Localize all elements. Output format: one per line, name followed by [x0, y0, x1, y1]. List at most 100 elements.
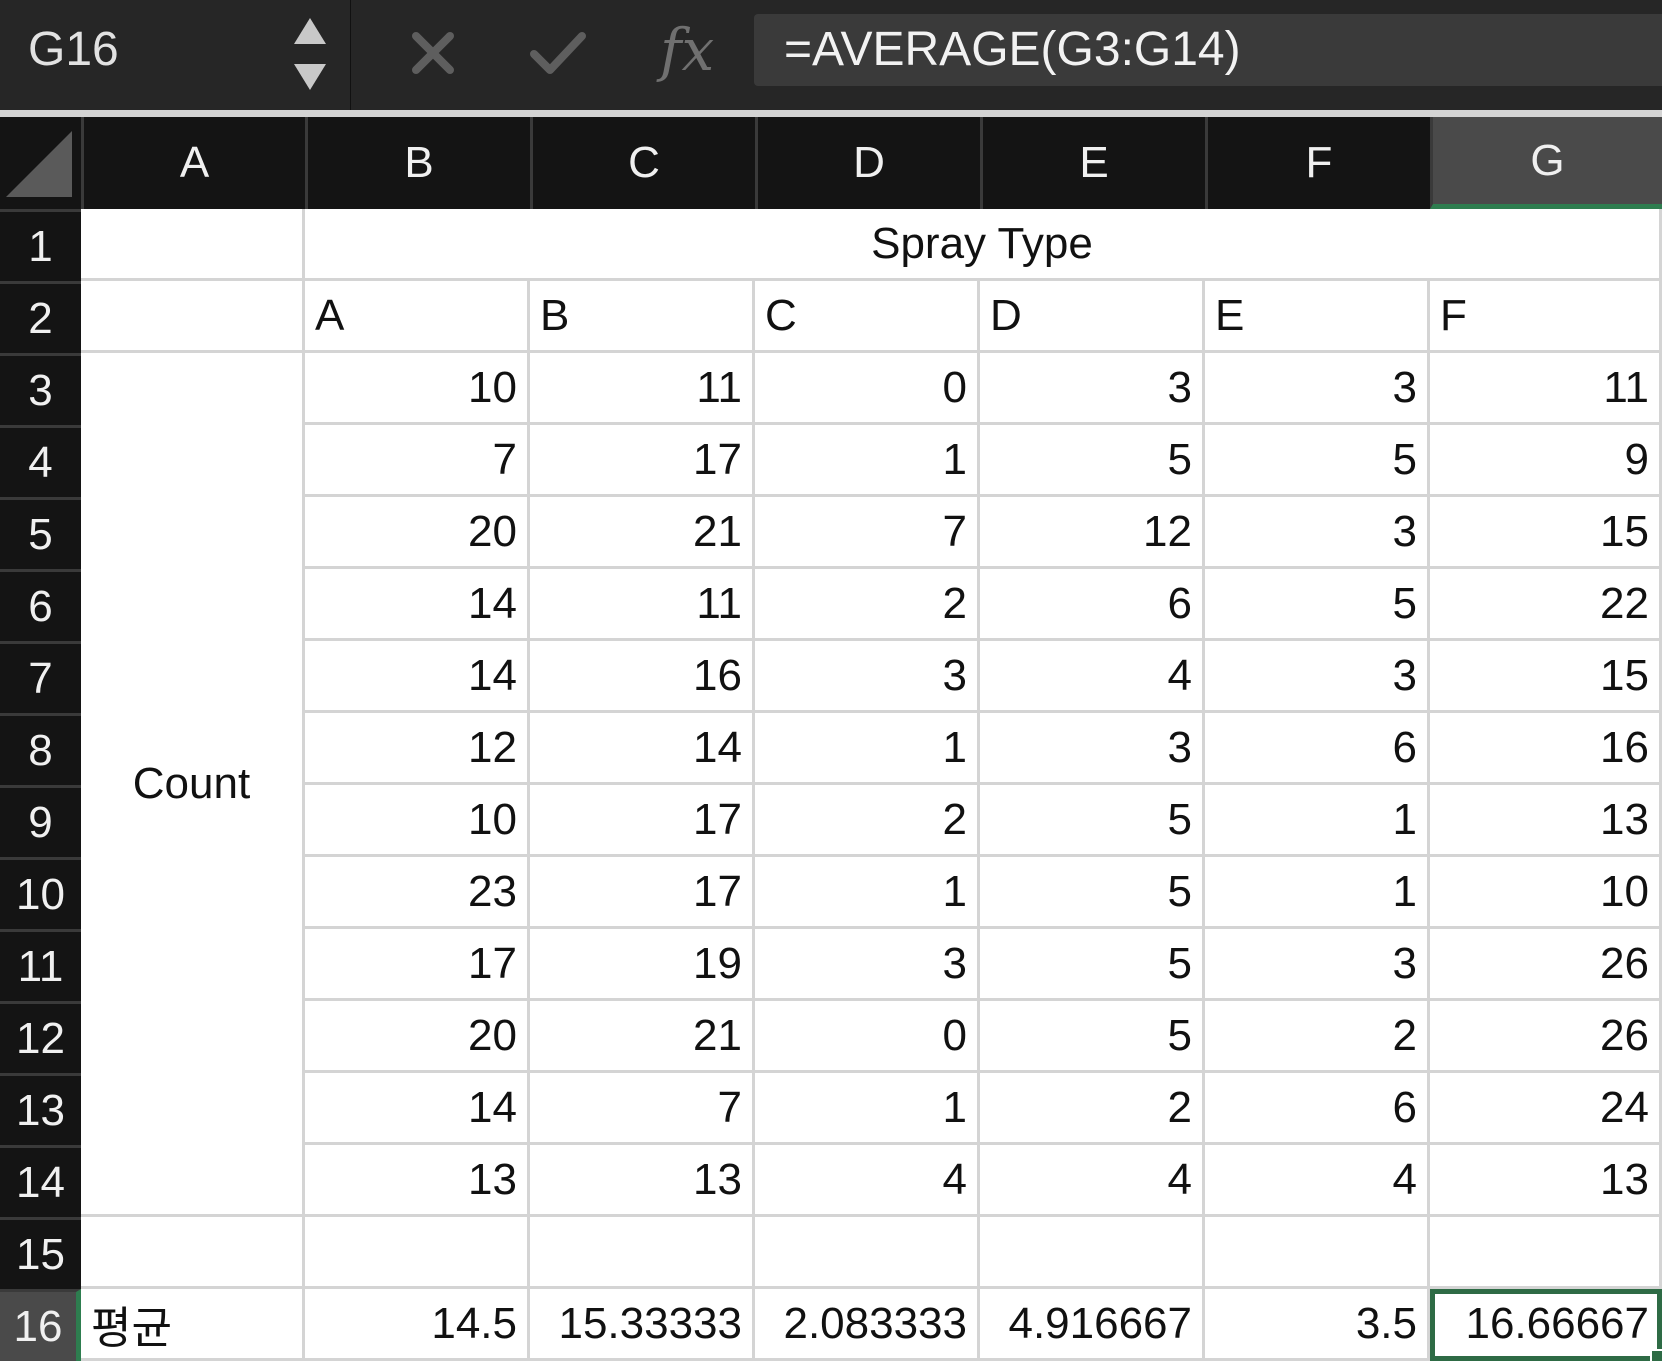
count-label[interactable]: Count: [81, 353, 305, 1217]
count-cell[interactable]: 13: [305, 1145, 530, 1217]
row-header-16[interactable]: 16: [0, 1289, 81, 1361]
count-cell[interactable]: 1: [755, 857, 980, 929]
average-cell[interactable]: 3.5: [1205, 1289, 1430, 1361]
count-cell[interactable]: 9: [1430, 425, 1662, 497]
count-cell[interactable]: 11: [530, 569, 755, 641]
count-cell[interactable]: 6: [1205, 1073, 1430, 1145]
count-cell[interactable]: 1: [755, 425, 980, 497]
row-header-12[interactable]: 12: [0, 1001, 81, 1073]
count-cell[interactable]: 2: [980, 1073, 1205, 1145]
fill-handle[interactable]: [1650, 1349, 1662, 1363]
spray-type-header-b[interactable]: B: [530, 281, 755, 353]
count-cell[interactable]: 11: [1430, 353, 1662, 425]
count-cell[interactable]: 1: [755, 1073, 980, 1145]
row-header-15[interactable]: 15: [0, 1217, 81, 1289]
average-cell[interactable]: 14.5: [305, 1289, 530, 1361]
count-cell[interactable]: 10: [305, 785, 530, 857]
count-cell[interactable]: 3: [980, 713, 1205, 785]
count-cell[interactable]: 6: [1205, 713, 1430, 785]
name-box-stepper-icon[interactable]: [290, 14, 330, 94]
spray-type-header-f[interactable]: F: [1430, 281, 1662, 353]
count-cell[interactable]: 13: [530, 1145, 755, 1217]
count-cell[interactable]: 24: [1430, 1073, 1662, 1145]
average-cell[interactable]: 15.33333: [530, 1289, 755, 1361]
column-header-c[interactable]: C: [530, 117, 755, 209]
select-all-corner[interactable]: [0, 117, 81, 209]
formula-input[interactable]: =AVERAGE(G3:G14): [754, 14, 1662, 86]
count-cell[interactable]: 1: [755, 713, 980, 785]
cell-a2[interactable]: [81, 281, 305, 353]
row-header-13[interactable]: 13: [0, 1073, 81, 1145]
row-header-14[interactable]: 14: [0, 1145, 81, 1217]
count-cell[interactable]: 26: [1430, 929, 1662, 1001]
count-cell[interactable]: 5: [980, 785, 1205, 857]
count-cell[interactable]: 4: [980, 1145, 1205, 1217]
count-cell[interactable]: 22: [1430, 569, 1662, 641]
spray-type-header-c[interactable]: C: [755, 281, 980, 353]
count-cell[interactable]: 5: [980, 929, 1205, 1001]
average-cell[interactable]: 4.916667: [980, 1289, 1205, 1361]
count-cell[interactable]: 17: [530, 857, 755, 929]
count-cell[interactable]: 3: [755, 641, 980, 713]
count-cell[interactable]: 4: [1205, 1145, 1430, 1217]
count-cell[interactable]: 3: [980, 353, 1205, 425]
column-header-e[interactable]: E: [980, 117, 1205, 209]
row-header-9[interactable]: 9: [0, 785, 81, 857]
name-box[interactable]: G16: [28, 20, 268, 80]
count-cell[interactable]: 17: [305, 929, 530, 1001]
count-cell[interactable]: 1: [1205, 785, 1430, 857]
row-header-3[interactable]: 3: [0, 353, 81, 425]
row-header-6[interactable]: 6: [0, 569, 81, 641]
count-cell[interactable]: 14: [530, 713, 755, 785]
count-cell[interactable]: 10: [305, 353, 530, 425]
row-header-7[interactable]: 7: [0, 641, 81, 713]
count-cell[interactable]: 4: [980, 641, 1205, 713]
count-cell[interactable]: 5: [980, 857, 1205, 929]
count-cell[interactable]: 21: [530, 1001, 755, 1073]
cancel-icon[interactable]: [408, 28, 458, 78]
blank-cell[interactable]: [1430, 1217, 1662, 1289]
count-cell[interactable]: 17: [530, 785, 755, 857]
spray-type-title[interactable]: Spray Type: [305, 209, 1662, 281]
row-header-11[interactable]: 11: [0, 929, 81, 1001]
count-cell[interactable]: 5: [980, 1001, 1205, 1073]
spray-type-header-d[interactable]: D: [980, 281, 1205, 353]
count-cell[interactable]: 13: [1430, 785, 1662, 857]
count-cell[interactable]: 19: [530, 929, 755, 1001]
count-cell[interactable]: 15: [1430, 497, 1662, 569]
blank-cell[interactable]: [305, 1217, 530, 1289]
count-cell[interactable]: 5: [1205, 425, 1430, 497]
count-cell[interactable]: 20: [305, 1001, 530, 1073]
count-cell[interactable]: 3: [1205, 929, 1430, 1001]
count-cell[interactable]: 20: [305, 497, 530, 569]
count-cell[interactable]: 1: [1205, 857, 1430, 929]
count-cell[interactable]: 16: [1430, 713, 1662, 785]
count-cell[interactable]: 12: [980, 497, 1205, 569]
average-label[interactable]: 평균: [81, 1289, 305, 1361]
blank-cell[interactable]: [755, 1217, 980, 1289]
count-cell[interactable]: 3: [755, 929, 980, 1001]
count-cell[interactable]: 21: [530, 497, 755, 569]
row-header-10[interactable]: 10: [0, 857, 81, 929]
average-cell[interactable]: 2.083333: [755, 1289, 980, 1361]
count-cell[interactable]: 7: [305, 425, 530, 497]
row-header-5[interactable]: 5: [0, 497, 81, 569]
blank-cell[interactable]: [530, 1217, 755, 1289]
row-header-1[interactable]: 1: [0, 209, 81, 281]
fx-icon[interactable]: fx: [660, 10, 740, 90]
blank-cell[interactable]: [980, 1217, 1205, 1289]
cell-a1[interactable]: [81, 209, 305, 281]
count-cell[interactable]: 5: [980, 425, 1205, 497]
count-cell[interactable]: 3: [1205, 353, 1430, 425]
count-cell[interactable]: 14: [305, 569, 530, 641]
count-cell[interactable]: 16: [530, 641, 755, 713]
count-cell[interactable]: 6: [980, 569, 1205, 641]
column-header-f[interactable]: F: [1205, 117, 1430, 209]
column-header-b[interactable]: B: [305, 117, 530, 209]
count-cell[interactable]: 7: [530, 1073, 755, 1145]
count-cell[interactable]: 14: [305, 641, 530, 713]
count-cell[interactable]: 14: [305, 1073, 530, 1145]
count-cell[interactable]: 17: [530, 425, 755, 497]
row-header-2[interactable]: 2: [0, 281, 81, 353]
column-header-d[interactable]: D: [755, 117, 980, 209]
